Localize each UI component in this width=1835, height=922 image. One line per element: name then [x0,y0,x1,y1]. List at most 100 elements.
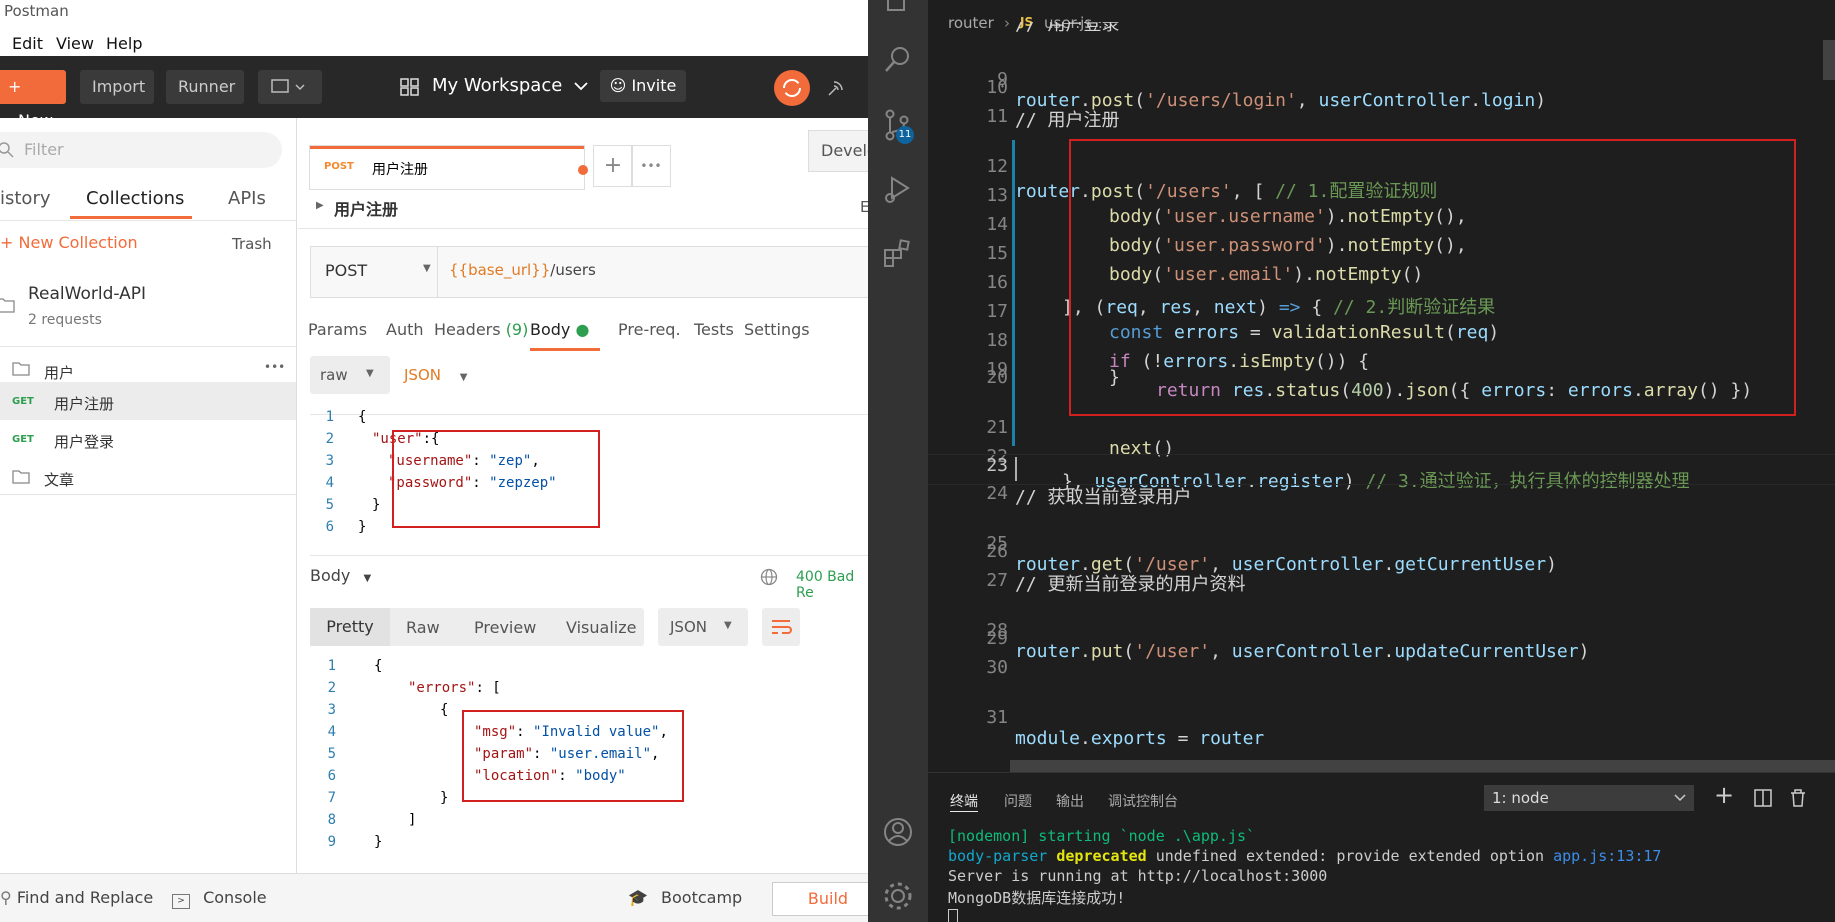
tab-auth[interactable]: Auth [386,320,424,339]
wrap-lines-button[interactable] [762,608,800,646]
trash-button[interactable]: Trash [232,235,272,253]
find-replace-button[interactable]: ⚲ Find and Replace [0,888,153,907]
import-button[interactable]: Import [80,70,154,104]
response-body-label[interactable]: Body ▼ [310,566,371,585]
bootcamp-button[interactable]: 🎓 Bootcamp [628,888,742,907]
terminal-line: body-parser deprecated undefined extende… [948,847,1662,865]
globe-icon[interactable] [760,568,778,586]
url-input[interactable]: {{base_url}}/users [449,261,596,279]
build-button[interactable]: Build [772,882,868,916]
folder-icon [12,470,30,484]
response-view-tabs: Pretty Raw Preview Visualize [310,608,644,646]
unsaved-dot [578,165,588,175]
collection-count: 2 requests [28,312,102,328]
more-icon[interactable]: ••• [264,360,285,374]
satellite-icon[interactable] [826,78,846,98]
tab-apis[interactable]: APIs [228,188,266,209]
new-window-button[interactable] [258,70,322,104]
dropdown-arrow-icon: ▼ [459,372,468,383]
request-item-login[interactable]: GET 用户登录 [0,420,296,458]
new-tab-button[interactable]: + [594,146,632,186]
code-line-27: 27// 更新当前登录的用户资料 [986,570,1246,595]
body-lang-select[interactable]: JSON ▼ [404,366,467,384]
caret-right-icon[interactable]: ▶ [316,200,324,211]
tab-body[interactable]: Body ● [530,320,589,339]
code-line-30: 30 [986,657,1008,678]
terminal-line: [nodemon] starting `node .\app.js` [948,827,1256,845]
terminal-line: MongoDB数据库连接成功! [948,889,1126,907]
tab-terminal[interactable]: 终端 [950,791,978,812]
url-bar: POST ▼ {{base_url}}/users [310,246,868,298]
tab-raw[interactable]: Raw [406,618,440,637]
menu-help[interactable]: Help [106,34,142,53]
menu-view[interactable]: View [56,34,94,53]
new-button[interactable]: + New [0,70,66,130]
gear-icon[interactable] [882,880,914,912]
code-editor[interactable]: router › JS user.js › ... // 用户登录 9 rout… [928,0,1835,772]
console-icon: > [172,894,190,909]
activity-bar: 11 [868,0,928,922]
tab-output[interactable]: 输出 [1056,791,1084,811]
method-badge: POST [324,161,354,172]
title-bar: Postman [0,0,868,26]
tab-settings[interactable]: Settings [744,320,810,339]
tab-preview[interactable]: Preview [474,618,536,637]
tab-params[interactable]: Params [308,320,367,339]
environment-selector[interactable]: Develo [808,130,868,172]
search-icon[interactable] [882,44,914,76]
tab-collections[interactable]: Collections [86,188,184,209]
method-select[interactable]: POST ▼ [311,247,438,297]
tab-debug-console[interactable]: 调试控制台 [1108,791,1178,811]
postman-window: Postman Edit View Help + New Import Runn… [0,0,868,922]
tab-pretty[interactable]: Pretty [310,608,390,646]
dropdown-arrow-icon: ▼ [366,368,374,379]
trash-icon[interactable] [1790,789,1806,807]
invite-button[interactable]: ☺ Invite [600,70,686,102]
tab-history[interactable]: istory [0,188,51,209]
search-icon: ⚲ [0,888,12,907]
tab-tests[interactable]: Tests [694,320,734,339]
new-terminal-icon[interactable]: + [1714,781,1734,809]
divider [0,346,296,347]
divider [0,220,296,221]
tab-problems[interactable]: 问题 [1004,791,1032,811]
terminal-cursor [948,909,958,922]
method-badge: GET [12,434,34,445]
run-debug-icon[interactable] [882,174,914,206]
response-format-select[interactable]: JSON ▼ [658,608,748,646]
tab-prerequest[interactable]: Pre-req. [618,320,681,339]
terminal-select[interactable]: 1: node [1484,785,1694,811]
request-item-register[interactable]: GET 用户注册 [0,382,296,420]
collection-item[interactable]: RealWorld-API 2 requests [0,280,296,344]
more-tabs-icon[interactable]: ••• [632,146,670,186]
folder-articles[interactable]: 文章 [0,458,296,496]
filter-input[interactable]: Filter [0,132,282,168]
body-active-dot: ● [575,320,590,339]
console-button[interactable]: > Console [172,888,267,909]
request-tab[interactable]: POST 用户注册 [310,146,588,189]
graduation-cap-icon: 🎓 [628,888,648,907]
runner-button[interactable]: Runner [166,70,244,104]
examples-link[interactable]: E [860,198,868,216]
source-control-icon[interactable]: 11 [882,108,918,148]
horizontal-scrollbar[interactable] [1010,760,1835,772]
tab-visualize[interactable]: Visualize [566,618,636,637]
code-line-28: 28 router.put('/user', userController.up… [986,620,1590,662]
menu-edit[interactable]: Edit [12,34,43,53]
active-tab-indicator [70,216,192,219]
body-mode-select[interactable]: raw ▼ [310,356,390,394]
vertical-scrollbar[interactable] [1823,40,1835,80]
window-icon [271,79,305,93]
code-line-9: 9 router.post('/users/login', userContro… [997,69,1547,111]
status-badge[interactable]: 400 Bad Re [796,569,868,601]
workspace-selector[interactable]: My Workspace [432,75,588,96]
tab-headers[interactable]: Headers (9) [434,320,528,339]
status-bar: ⚲ Find and Replace > Console 🎓 Bootcamp … [0,873,868,922]
account-icon[interactable] [882,816,914,848]
sync-button[interactable] [774,70,810,106]
explorer-icon[interactable] [884,0,912,14]
extensions-icon[interactable] [882,238,914,270]
code-line-24: 24// 获取当前登录用户 [986,483,1192,508]
new-collection-button[interactable]: + New Collection [0,233,138,252]
split-terminal-icon[interactable] [1754,789,1772,807]
